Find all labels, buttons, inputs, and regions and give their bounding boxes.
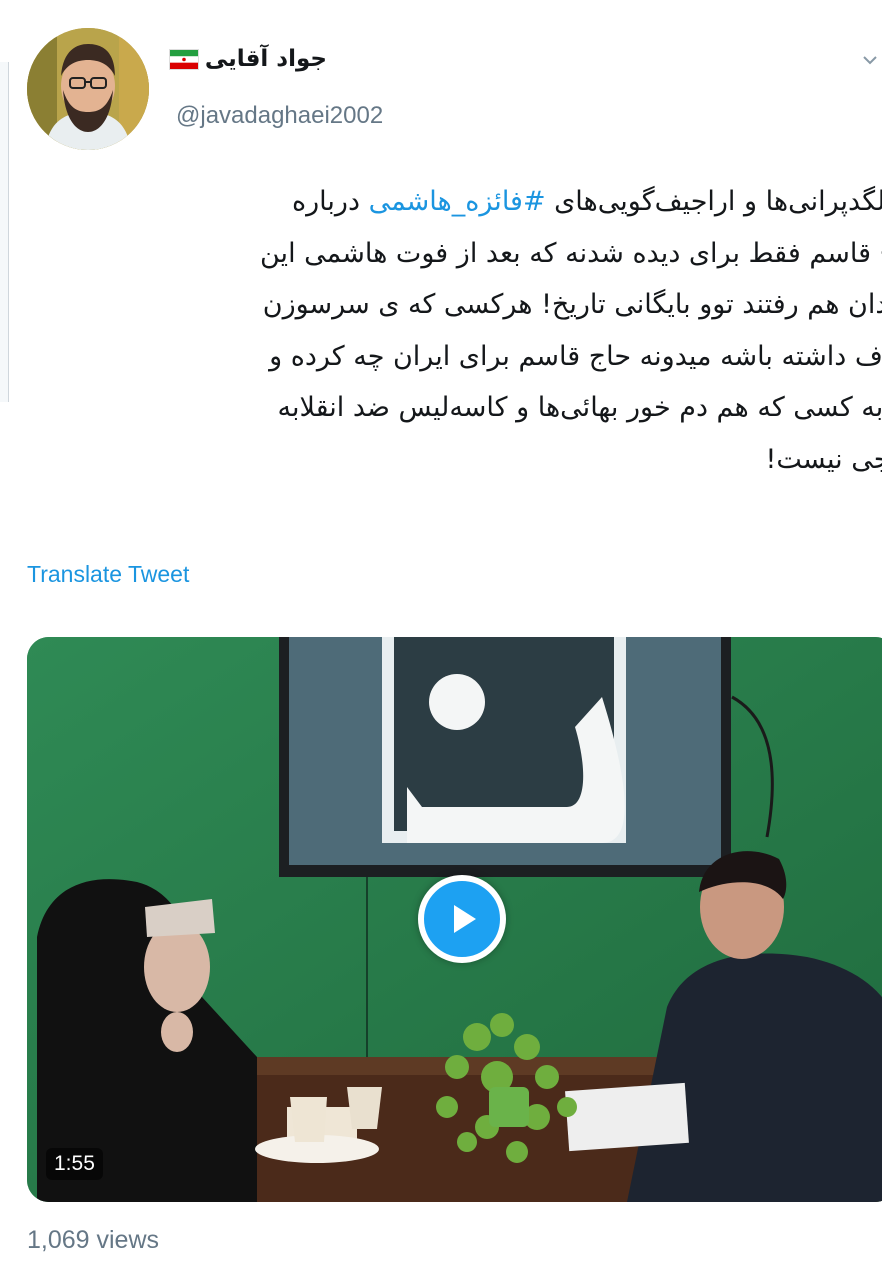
tweet-line: بته به کسی که هم دم خور بهائی‌ها و کاسه‌… [277, 392, 882, 423]
author-display-name: جواد آقایی [204, 46, 327, 72]
chevron-down-icon[interactable] [862, 52, 878, 68]
tweet-line1-start: ین لگدپرانی‌ها و اراجیف‌گویی‌های [554, 186, 882, 217]
play-icon[interactable] [418, 875, 506, 963]
author-handle[interactable]: @javadaghaei2002 [176, 102, 383, 130]
view-count: 1,069 views [27, 1226, 160, 1254]
hashtag-link[interactable]: #فائزه_هاشمی [369, 186, 546, 217]
tweet-header: جواد آقایی @javadaghaei2002 [0, 0, 882, 160]
tweet-line: خاندان هم رفتند توو بایگانی تاریخ! هرکسی… [262, 289, 882, 320]
video-duration-badge: 1:55 [46, 1148, 103, 1180]
profile-avatar[interactable] [27, 28, 149, 150]
tweet-body: ین لگدپرانی‌ها و اراجیف‌گویی‌های #فائزه_… [22, 176, 882, 485]
tweet-line1-end: درباره [291, 186, 369, 217]
tweet-line: حاج قاسم فقط برای دیده شدنه که بعد از فو… [260, 237, 882, 269]
avatar-image [27, 28, 149, 150]
iran-flag-icon [168, 48, 199, 70]
translate-tweet-link[interactable]: Translate Tweet [27, 561, 189, 588]
tweet-line: ین لگدپرانی‌ها و اراجیف‌گویی‌های #فائزه_… [292, 186, 882, 217]
tweet-line: نصاف داشته باشه میدونه حاج قاسم برای ایر… [269, 340, 882, 372]
tweet-line: حرجی نیست! [765, 443, 882, 475]
author-name-row[interactable]: جواد آقایی [168, 46, 327, 72]
